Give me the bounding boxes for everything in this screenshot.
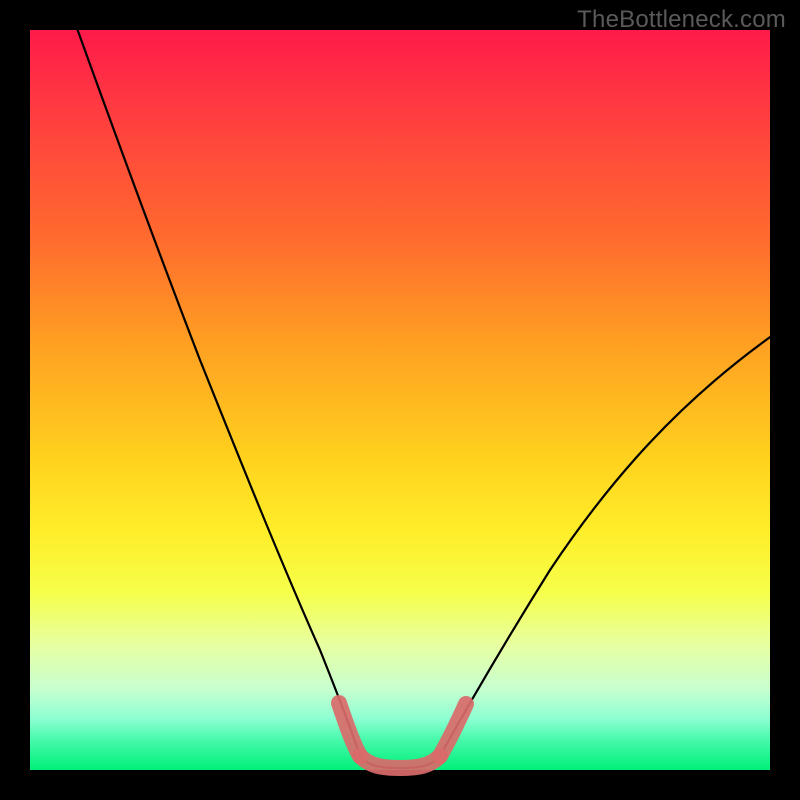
highlight-left (339, 703, 360, 756)
highlight-floor (360, 756, 440, 768)
highlight-right (440, 704, 466, 756)
right-branch-curve (440, 330, 780, 756)
left-branch-curve (74, 20, 360, 756)
curve-layer (30, 30, 770, 770)
chart-frame: TheBottleneck.com (0, 0, 800, 800)
plot-area (30, 30, 770, 770)
watermark-text: TheBottleneck.com (577, 6, 786, 34)
